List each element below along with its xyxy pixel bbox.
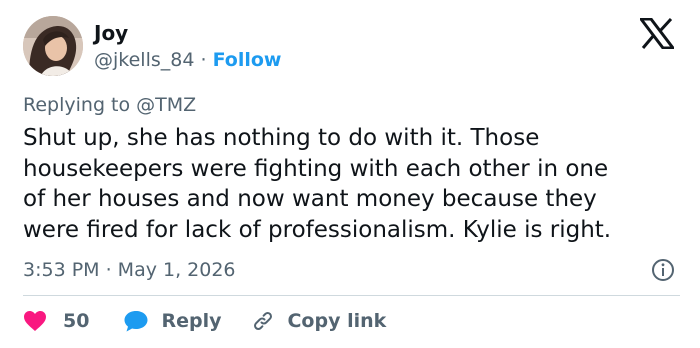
post-text-line: housekeepers were fighting with each oth… [23,155,609,182]
like-count: 50 [63,310,90,332]
like-button[interactable]: 50 [23,310,89,332]
post-text-line: of her houses and now want money because… [23,186,597,212]
divider [23,295,680,296]
speech-bubble-icon [124,311,148,332]
reply-context: Replying to @TMZ [23,93,196,117]
x-logo-icon[interactable] [640,18,674,49]
reply-context-prefix: Replying to [23,94,131,116]
post-timestamp[interactable]: 3:53 PM · May 1, 2026 [23,258,236,282]
post-text-line: Shut up, she has nothing to do with it. … [23,125,540,151]
post-text-line: were fired for lack of professionalism. … [23,216,612,243]
author-handle-row: @jkells_84 · Follow [94,48,281,72]
copy-link-label: Copy link [287,310,387,332]
link-icon [254,312,273,330]
heart-icon [24,311,46,331]
post-text: Shut up, she has nothing to do with it. … [23,123,683,245]
reply-mention-link[interactable]: @TMZ [136,94,196,116]
handle-separator: · [200,49,207,71]
avatar[interactable] [23,16,83,76]
copy-link-button[interactable]: Copy link [251,309,386,333]
avatar-photo [23,16,83,76]
reply-button[interactable]: Reply [123,309,221,333]
reply-label: Reply [161,310,222,332]
action-bar: 50 Reply Copy link [23,307,386,335]
author-handle[interactable]: @jkells_84 [94,49,194,71]
author-name[interactable]: Joy [94,20,128,46]
info-icon[interactable] [651,258,675,282]
follow-button[interactable]: Follow [213,49,282,71]
